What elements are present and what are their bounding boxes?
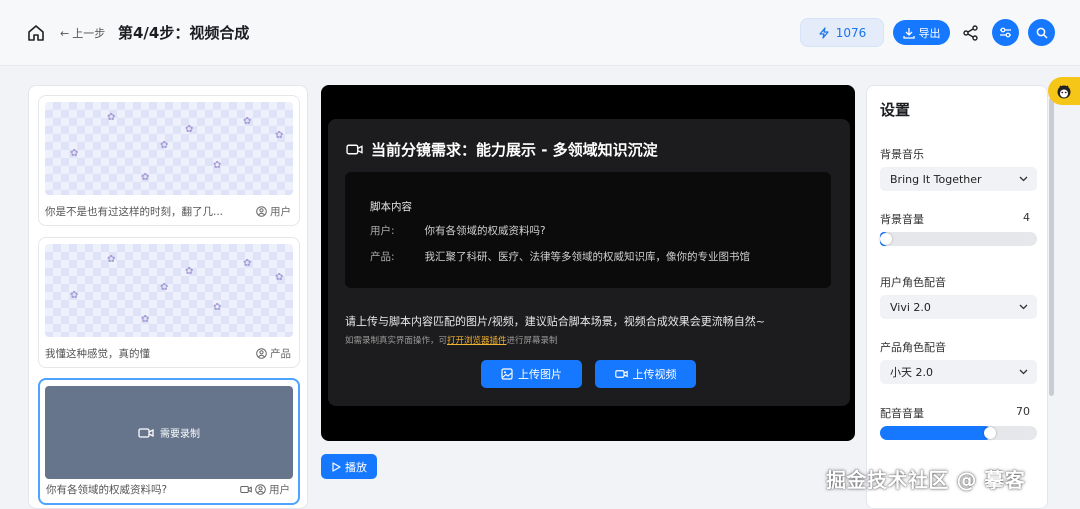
shot-card-selected[interactable]: 需要录制 你有各领域的权威资料吗? 用户 bbox=[38, 378, 300, 505]
watermark: 掘金技术社区 @ 摹客 bbox=[826, 468, 1026, 492]
share-icon[interactable] bbox=[962, 24, 980, 42]
product-voice-select[interactable]: 小天 2.0 bbox=[880, 360, 1037, 384]
chevron-down-icon bbox=[1019, 369, 1028, 375]
user-voice-value: Vivi 2.0 bbox=[890, 300, 931, 314]
chevron-down-icon bbox=[1019, 304, 1028, 310]
lightning-icon bbox=[819, 26, 829, 39]
mascot-icon[interactable] bbox=[1048, 77, 1080, 105]
settings-sliders-icon bbox=[1000, 27, 1011, 38]
shot-role-label: 用户 bbox=[270, 206, 291, 218]
bg-volume-handle[interactable] bbox=[880, 233, 893, 245]
script-heading: 脚本内容 bbox=[370, 201, 412, 213]
video-camera-icon bbox=[138, 427, 154, 438]
product-voice-label: 产品角色配音 bbox=[880, 341, 946, 354]
shot-requirement-panel: 当前分镜需求：能力展示 - 多领域知识沉淀 脚本内容 用户: 你有各领域的权威资… bbox=[328, 119, 850, 406]
upload-video-button[interactable]: 上传视频 bbox=[595, 360, 696, 388]
upload-video-label: 上传视频 bbox=[632, 368, 677, 381]
bg-music-label: 背景音乐 bbox=[880, 148, 924, 161]
shot-card[interactable]: ✿ ✿ ✿ ✿ ✿ ✿ ✿ ✿ 我懂这种感觉，真的懂 产品 bbox=[38, 237, 300, 368]
voice-volume-slider[interactable] bbox=[880, 426, 1037, 440]
back-label: 上一步 bbox=[72, 27, 106, 40]
open-extension-link[interactable]: 打开浏览器插件 bbox=[447, 336, 507, 346]
user-voice-select[interactable]: Vivi 2.0 bbox=[880, 295, 1037, 319]
record-label: 需要录制 bbox=[160, 429, 200, 440]
home-icon[interactable] bbox=[26, 23, 46, 43]
record-placeholder[interactable]: 需要录制 bbox=[45, 386, 293, 479]
play-icon bbox=[332, 461, 341, 472]
bg-music-select[interactable]: Bring It Together bbox=[880, 167, 1037, 191]
video-camera-icon bbox=[614, 370, 628, 378]
script-line: 我汇聚了科研、医疗、法律等多领域的权威知识库，像你的专业图书馆 bbox=[424, 251, 751, 263]
user-circle-icon bbox=[256, 206, 267, 217]
record-hint-suffix: 进行屏幕录制 bbox=[506, 336, 558, 346]
play-button[interactable]: 播放 bbox=[321, 454, 377, 479]
image-icon bbox=[501, 368, 513, 380]
shot-thumbnail: ✿ ✿ ✿ ✿ ✿ ✿ ✿ ✿ bbox=[45, 244, 293, 337]
script-speaker: 产品: bbox=[370, 251, 395, 263]
video-stage: 当前分镜需求：能力展示 - 多领域知识沉淀 脚本内容 用户: 你有各领域的权威资… bbox=[321, 85, 855, 441]
mascot-face-icon bbox=[1057, 85, 1071, 99]
credits-badge[interactable]: 1076 bbox=[800, 18, 884, 47]
script-speaker: 用户: bbox=[370, 225, 395, 237]
bg-volume-value: 4 bbox=[1023, 211, 1030, 224]
user-circle-icon bbox=[256, 348, 267, 359]
shot-role-label: 用户 bbox=[269, 484, 290, 496]
script-row: 产品: 我汇聚了科研、医疗、法律等多领域的权威知识库，像你的专业图书馆 bbox=[370, 249, 750, 264]
voice-volume-label: 配音音量 bbox=[880, 407, 924, 420]
shot-title-text: 当前分镜需求：能力展示 - 多领域知识沉淀 bbox=[371, 141, 658, 159]
back-button[interactable]: ← 上一步 bbox=[60, 25, 105, 41]
script-row: 用户: 你有各领域的权威资料吗? bbox=[370, 223, 546, 238]
settings-title: 设置 bbox=[880, 101, 911, 119]
shot-role: 产品 bbox=[256, 346, 291, 361]
user-circle-icon bbox=[255, 484, 266, 495]
bg-volume-slider[interactable] bbox=[880, 232, 1037, 246]
shot-text: 我懂这种感觉，真的懂 bbox=[45, 348, 150, 360]
shot-card[interactable]: ✿ ✿ ✿ ✿ ✿ ✿ ✿ ✿ 你是不是也有过这样的时刻，翻了几... 用户 bbox=[38, 95, 300, 226]
settings-panel: 设置 背景音乐 Bring It Together 背景音量 4 用户角色配音 … bbox=[866, 85, 1048, 509]
video-camera-icon bbox=[240, 485, 252, 494]
play-label: 播放 bbox=[345, 460, 367, 474]
upload-image-label: 上传图片 bbox=[518, 368, 562, 381]
arrow-left-icon: ← bbox=[60, 26, 70, 40]
download-icon bbox=[902, 27, 915, 39]
settings-scrollbar[interactable] bbox=[1049, 98, 1054, 396]
top-bar: ← 上一步 第4/4步：视频合成 1076 导出 bbox=[0, 0, 1080, 66]
search-icon bbox=[1036, 27, 1048, 39]
shot-thumbnail: ✿ ✿ ✿ ✿ ✿ ✿ ✿ ✿ bbox=[45, 102, 293, 195]
user-voice-label: 用户角色配音 bbox=[880, 276, 946, 289]
export-label: 导出 bbox=[918, 26, 941, 40]
shot-role: 用户 bbox=[240, 482, 290, 497]
search-button[interactable] bbox=[1028, 19, 1055, 46]
script-line: 你有各领域的权威资料吗? bbox=[424, 225, 546, 237]
shot-text: 你是不是也有过这样的时刻，翻了几... bbox=[45, 206, 224, 218]
page-title: 第4/4步：视频合成 bbox=[118, 24, 250, 42]
video-camera-icon bbox=[346, 144, 363, 155]
shot-list: ✿ ✿ ✿ ✿ ✿ ✿ ✿ ✿ 你是不是也有过这样的时刻，翻了几... 用户 ✿ ✿ ✿ ✿… bbox=[28, 85, 308, 509]
upload-image-button[interactable]: 上传图片 bbox=[481, 360, 582, 388]
export-button[interactable]: 导出 bbox=[893, 20, 950, 45]
settings-button[interactable] bbox=[992, 19, 1019, 46]
shot-role: 用户 bbox=[256, 204, 291, 219]
bg-volume-label: 背景音量 bbox=[880, 213, 924, 226]
shot-title: 当前分镜需求：能力展示 - 多领域知识沉淀 bbox=[346, 139, 658, 160]
voice-volume-handle[interactable] bbox=[983, 427, 996, 439]
record-hint: 如需录制真实界面操作，可打开浏览器插件进行屏幕录制 bbox=[345, 334, 558, 346]
shot-role-label: 产品 bbox=[270, 348, 291, 360]
voice-volume-fill bbox=[880, 426, 992, 440]
shot-text: 你有各领域的权威资料吗? bbox=[46, 484, 168, 496]
record-hint-prefix: 如需录制真实界面操作，可 bbox=[345, 336, 448, 346]
chevron-down-icon bbox=[1019, 176, 1028, 182]
upload-hint: 请上传与脚本内容匹配的图片/视频，建议贴合脚本场景，视频合成效果会更流畅自然~ bbox=[345, 315, 765, 328]
product-voice-value: 小天 2.0 bbox=[890, 366, 933, 379]
script-box: 脚本内容 用户: 你有各领域的权威资料吗? 产品: 我汇聚了科研、医疗、法律等多… bbox=[345, 172, 831, 288]
voice-volume-value: 70 bbox=[1016, 405, 1030, 418]
credits-value: 1076 bbox=[835, 25, 867, 40]
bg-music-value: Bring It Together bbox=[890, 172, 982, 186]
